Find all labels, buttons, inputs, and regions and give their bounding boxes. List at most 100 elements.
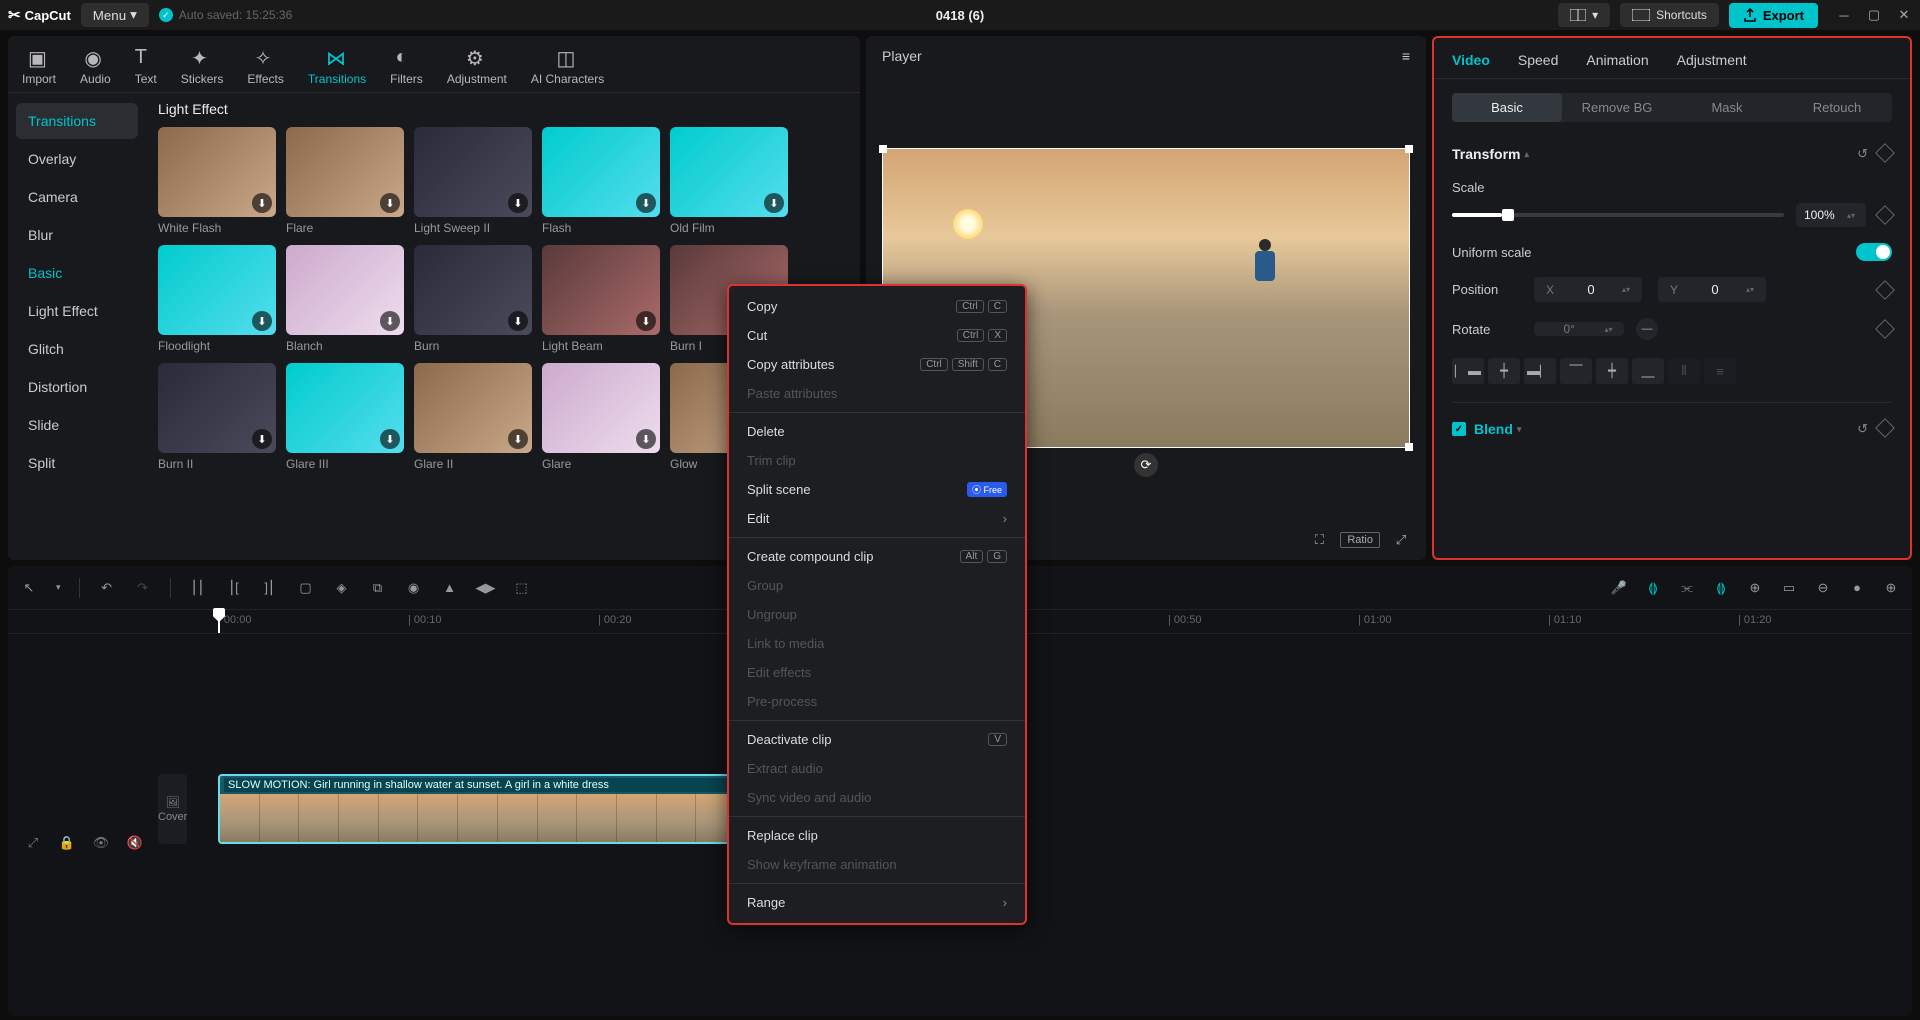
zoom-slider[interactable]: ●: [1848, 579, 1866, 597]
category-item[interactable]: Split: [16, 445, 138, 481]
crop-tool[interactable]: ⬚: [513, 579, 531, 597]
scale-input[interactable]: 100% ▴▾: [1796, 203, 1866, 227]
download-icon[interactable]: ⬇: [508, 311, 528, 331]
rotate-input[interactable]: 0° ▴▾: [1534, 322, 1624, 336]
player-menu-icon[interactable]: ≡: [1402, 48, 1410, 64]
download-icon[interactable]: ⬇: [636, 311, 656, 331]
link-icon[interactable]: ⫘: [1678, 579, 1696, 597]
keyframe-icon[interactable]: [1875, 205, 1895, 225]
inspector-tab-adjustment[interactable]: Adjustment: [1677, 52, 1747, 68]
transition-thumb[interactable]: ⬇White Flash: [158, 127, 276, 235]
close-button[interactable]: ✕: [1896, 7, 1912, 23]
ctx-cut[interactable]: CutCtrlX: [729, 321, 1025, 350]
fullscreen-icon[interactable]: ⤢: [1392, 531, 1410, 549]
split-tool[interactable]: ⎮⎮: [189, 579, 207, 597]
trim-left-tool[interactable]: ⎮[: [225, 579, 243, 597]
keyframe-icon[interactable]: [1875, 319, 1895, 339]
export-button[interactable]: Export: [1729, 3, 1818, 28]
tool-tab-adjustment[interactable]: ⚙Adjustment: [447, 46, 507, 86]
category-item[interactable]: Slide: [16, 407, 138, 443]
inspector-tab-speed[interactable]: Speed: [1518, 52, 1558, 68]
scale-slider[interactable]: [1452, 213, 1784, 217]
ctx-delete[interactable]: Delete: [729, 417, 1025, 446]
inspector-subtab-basic[interactable]: Basic: [1452, 93, 1562, 122]
ctx-split-scene[interactable]: Split scene⦿ Free: [729, 475, 1025, 504]
tool-tab-audio[interactable]: ◉Audio: [80, 46, 111, 86]
tool-tab-ai-characters[interactable]: ◫AI Characters: [531, 46, 604, 86]
layout-button[interactable]: ▾: [1558, 3, 1610, 27]
resize-handle-tl[interactable]: [879, 145, 887, 153]
stepper-icon[interactable]: ▴▾: [1604, 325, 1618, 334]
tool-tab-transitions[interactable]: ⋈Transitions: [308, 46, 366, 86]
inspector-subtab-remove-bg[interactable]: Remove BG: [1562, 93, 1672, 122]
uniform-scale-toggle[interactable]: [1856, 243, 1892, 261]
transition-thumb[interactable]: ⬇Floodlight: [158, 245, 276, 353]
redo-button[interactable]: ↷: [134, 579, 152, 597]
inspector-subtab-retouch[interactable]: Retouch: [1782, 93, 1892, 122]
trim-right-tool[interactable]: ]⎮: [261, 579, 279, 597]
undo-button[interactable]: ↶: [98, 579, 116, 597]
align-right-button[interactable]: ▬⎸: [1524, 358, 1556, 384]
stepper-icon[interactable]: ▴▾: [1844, 211, 1858, 220]
transform-header[interactable]: Transform▴: [1452, 146, 1529, 162]
align-left-button[interactable]: ⎸▬: [1452, 358, 1484, 384]
transition-thumb[interactable]: ⬇Blanch: [286, 245, 404, 353]
download-icon[interactable]: ⬇: [764, 193, 784, 213]
align-bottom-button[interactable]: ⎽: [1632, 358, 1664, 384]
position-y-input[interactable]: Y 0 ▴▾: [1658, 277, 1766, 302]
reverse-tool[interactable]: ◀▶: [477, 579, 495, 597]
ctx-copy[interactable]: CopyCtrlC: [729, 292, 1025, 321]
reset-icon[interactable]: ↺: [1857, 146, 1868, 162]
category-item[interactable]: Transitions: [16, 103, 138, 139]
ctx-edit[interactable]: Edit›: [729, 504, 1025, 533]
minimize-button[interactable]: ─: [1836, 7, 1852, 23]
transition-thumb[interactable]: ⬇Burn: [414, 245, 532, 353]
ratio-button[interactable]: Ratio: [1340, 532, 1380, 548]
stepper-icon[interactable]: ▴▾: [1622, 285, 1636, 294]
tool-tab-stickers[interactable]: ✦Stickers: [181, 46, 224, 86]
focus-icon[interactable]: ⛶: [1310, 531, 1328, 549]
download-icon[interactable]: ⬇: [252, 429, 272, 449]
ctx-range[interactable]: Range›: [729, 888, 1025, 917]
tool-tab-effects[interactable]: ✧Effects: [247, 46, 283, 86]
category-item[interactable]: Camera: [16, 179, 138, 215]
transition-thumb[interactable]: ⬇Light Sweep II: [414, 127, 532, 235]
magnet-right-icon[interactable]: ⟬⟭: [1712, 579, 1730, 597]
record-tool[interactable]: ◉: [405, 579, 423, 597]
ctx-deactivate-clip[interactable]: Deactivate clipV: [729, 725, 1025, 754]
transition-thumb[interactable]: ⬇Glare III: [286, 363, 404, 471]
mirror-tool[interactable]: ▲: [441, 579, 459, 597]
ctx-copy-attributes[interactable]: Copy attributesCtrlShiftC: [729, 350, 1025, 379]
align-center-v-button[interactable]: ┿: [1596, 358, 1628, 384]
expand-icon[interactable]: ⤢: [24, 834, 42, 852]
download-icon[interactable]: ⬇: [252, 193, 272, 213]
download-icon[interactable]: ⬇: [508, 193, 528, 213]
snap-icon[interactable]: ⊕: [1746, 579, 1764, 597]
resize-handle-tr[interactable]: [1405, 145, 1413, 153]
category-item[interactable]: Distortion: [16, 369, 138, 405]
download-icon[interactable]: ⬇: [380, 429, 400, 449]
inspector-tab-video[interactable]: Video: [1452, 52, 1490, 68]
category-item[interactable]: Glitch: [16, 331, 138, 367]
inspector-tab-animation[interactable]: Animation: [1586, 52, 1648, 68]
maximize-button[interactable]: ▢: [1866, 7, 1882, 23]
transition-thumb[interactable]: ⬇Glare: [542, 363, 660, 471]
category-item[interactable]: Basic: [16, 255, 138, 291]
resize-handle-br[interactable]: [1405, 443, 1413, 451]
ctx-create-compound-clip[interactable]: Create compound clipAltG: [729, 542, 1025, 571]
eye-icon[interactable]: 👁: [92, 834, 110, 852]
stepper-icon[interactable]: ▴▾: [1746, 285, 1760, 294]
position-x-input[interactable]: X 0 ▴▾: [1534, 277, 1642, 302]
stack-tool[interactable]: ⧉: [369, 579, 387, 597]
download-icon[interactable]: ⬇: [636, 429, 656, 449]
category-item[interactable]: Blur: [16, 217, 138, 253]
download-icon[interactable]: ⬇: [508, 429, 528, 449]
menu-button[interactable]: Menu▾: [81, 3, 149, 27]
timeline-tracks[interactable]: SLOW MOTION: Girl running in shallow wat…: [208, 634, 1912, 1016]
transition-thumb[interactable]: ⬇Flash: [542, 127, 660, 235]
transition-thumb[interactable]: ⬇Flare: [286, 127, 404, 235]
blend-header[interactable]: ✓ Blend ▾: [1452, 421, 1521, 437]
category-item[interactable]: Overlay: [16, 141, 138, 177]
delete-tool[interactable]: ▢: [297, 579, 315, 597]
download-icon[interactable]: ⬇: [252, 311, 272, 331]
